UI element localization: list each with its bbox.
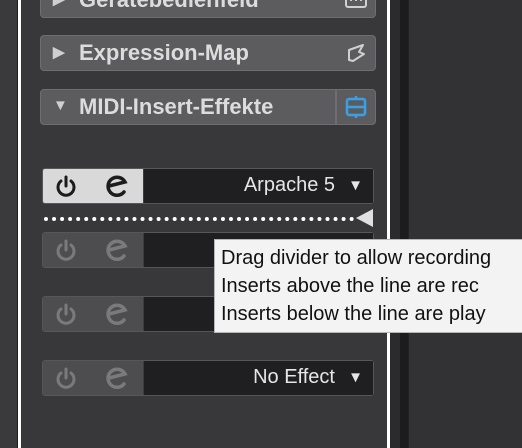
chevron-down-icon[interactable]: ▼ — [348, 369, 363, 386]
power-icon[interactable] — [55, 367, 77, 389]
divider-handle-icon[interactable] — [356, 209, 373, 227]
slot-controls — [43, 169, 143, 203]
power-icon[interactable] — [55, 239, 77, 261]
edit-inserts-icon — [345, 96, 367, 118]
expand-triangle-icon[interactable]: ▶ — [53, 0, 65, 8]
tooltip-line-3: Inserts below the line are play — [221, 303, 486, 325]
left-edge-strip — [0, 0, 18, 448]
edit-inserts-button[interactable] — [336, 89, 376, 125]
tooltip-line-2: Inserts above the line are rec — [221, 275, 479, 297]
edit-e-icon[interactable] — [103, 172, 131, 200]
edit-e-icon[interactable] — [103, 300, 131, 328]
chevron-down-icon[interactable]: ▼ — [348, 177, 363, 194]
section-midi-insert-effekte[interactable]: ▼ MIDI-Insert-Effekte — [40, 89, 336, 125]
edit-e-icon[interactable] — [103, 236, 131, 264]
expression-map-icon[interactable] — [345, 42, 367, 64]
power-icon[interactable] — [55, 303, 77, 325]
project-area — [408, 0, 522, 448]
tooltip-line-1: Drag divider to allow recording — [221, 247, 492, 269]
effect-name: No Effect — [253, 366, 335, 388]
edit-e-icon[interactable] — [103, 364, 131, 392]
expand-triangle-icon[interactable]: ▶ — [53, 43, 65, 61]
slot-controls — [43, 297, 143, 331]
slot-controls — [43, 233, 143, 267]
effect-name: Arpache 5 — [243, 174, 335, 196]
section-label: Expression-Map — [79, 40, 249, 65]
collapse-triangle-icon[interactable]: ▼ — [53, 97, 68, 114]
section-label: MIDI-Insert-Effekte — [79, 94, 274, 119]
divider-tooltip: Drag divider to allow recording Inserts … — [214, 239, 522, 333]
keyboard-icon[interactable] — [345, 0, 367, 11]
record-play-divider[interactable] — [44, 217, 354, 221]
insert-slot-4[interactable]: No Effect ▼ — [42, 360, 374, 396]
section-label: Gerätebedienfeld — [79, 0, 259, 13]
section-expression-map[interactable]: ▶ Expression-Map — [40, 35, 376, 71]
panel-gap — [400, 0, 408, 448]
effect-selector[interactable]: No Effect ▼ — [143, 361, 373, 395]
section-geraetebedienfeld[interactable]: ▶ Gerätebedienfeld — [40, 0, 376, 18]
slot-controls — [43, 361, 143, 395]
power-icon[interactable] — [55, 175, 77, 197]
effect-selector[interactable]: Arpache 5 ▼ — [143, 169, 373, 203]
insert-slot-1[interactable]: Arpache 5 ▼ — [42, 168, 374, 204]
